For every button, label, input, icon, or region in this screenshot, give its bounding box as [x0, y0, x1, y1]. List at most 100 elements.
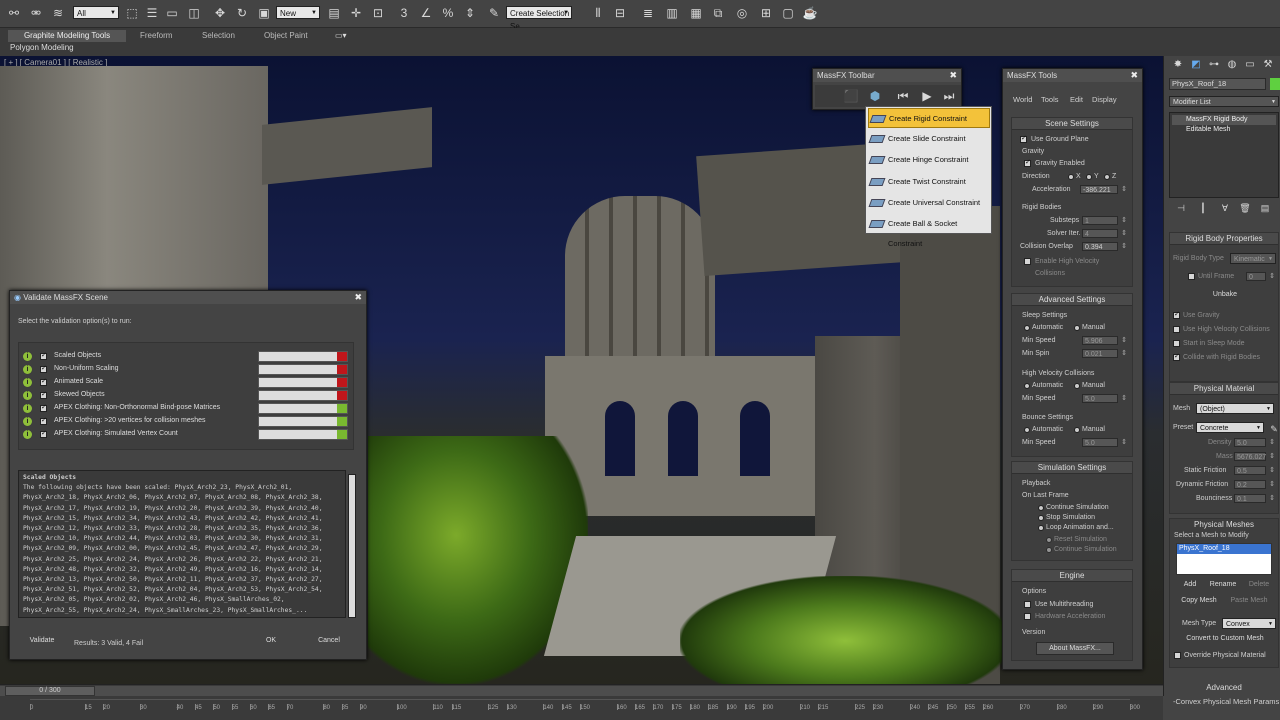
use-ground-plane-checkbox[interactable] [1020, 134, 1027, 143]
static-friction-input[interactable]: 0.5 [1234, 466, 1275, 475]
hv-automatic-radio[interactable] [1024, 383, 1030, 389]
mass-input[interactable]: 5676.027 [1234, 452, 1275, 461]
validate-title-bar[interactable]: ◉ Validate MassFX Scene ✖ [10, 291, 366, 304]
physical-material-head[interactable]: Physical Material [1170, 383, 1278, 395]
loop-animation-radio[interactable] [1038, 525, 1044, 531]
pin-stack-icon[interactable]: ⊣ [1173, 200, 1189, 216]
validation-row[interactable]: i Skewed Objects [23, 389, 353, 402]
info-icon[interactable]: i [23, 365, 32, 374]
tab-object-paint[interactable]: Object Paint [264, 30, 308, 42]
solver-iter-input[interactable]: 4 [1082, 229, 1127, 238]
until-frame-checkbox[interactable] [1188, 273, 1195, 280]
rigid-body-icon[interactable]: ⬛ [843, 88, 859, 104]
sleep-automatic-radio[interactable] [1024, 325, 1030, 331]
preset-dropdown[interactable]: Concrete [1196, 422, 1264, 434]
object-color-swatch[interactable] [1270, 78, 1280, 90]
ok-button[interactable]: OK [248, 635, 294, 648]
scale-icon[interactable]: ▣ [256, 5, 272, 21]
spinner-snap-icon[interactable]: ⇕ [462, 5, 478, 21]
named-selection-dropdown[interactable]: Create Selection Se [506, 6, 572, 31]
tab-display[interactable]: Display [1092, 95, 1117, 104]
rendered-frame-icon[interactable]: ▢ [780, 5, 796, 21]
substeps-input[interactable]: 1 [1082, 216, 1127, 225]
motion-tab-icon[interactable]: ◍ [1224, 57, 1240, 73]
validation-row[interactable]: i APEX Clothing: Non-Orthonormal Bind-pos… [23, 402, 353, 415]
massfx-tools-title-bar[interactable]: MassFX Tools ✖ [1003, 69, 1142, 82]
tab-tools[interactable]: Tools [1041, 95, 1059, 104]
density-input[interactable]: 5.0 [1234, 438, 1275, 447]
pivot-icon[interactable]: ▤ [326, 5, 342, 21]
validation-checkbox[interactable] [40, 377, 47, 386]
ribbon-panel-polygon-modeling[interactable]: Polygon Modeling [10, 43, 74, 52]
schematic-view-icon[interactable]: ⧉ [710, 5, 726, 21]
physical-meshes-head[interactable]: Physical Meshes [1170, 519, 1278, 531]
engine-head[interactable]: Engine [1012, 570, 1132, 582]
snap-toggle-icon[interactable]: 3 [396, 5, 412, 21]
modify-tab-icon[interactable]: ◩ [1188, 57, 1204, 73]
reset-simulation-radio[interactable] [1046, 537, 1052, 543]
window-crossing-icon[interactable]: ◫ [186, 5, 202, 21]
rigid-body-type-dropdown[interactable]: Kinematic [1230, 253, 1276, 265]
track-bar[interactable]: 0 15 20 30 40 45 50 55 60 65 70 80 85 90 100 110 115 125 1… [30, 699, 1140, 719]
info-icon[interactable]: i [23, 352, 32, 361]
bind-spacewarp-icon[interactable]: ≋ [50, 5, 66, 21]
constraint-icon[interactable]: ⬢ [867, 88, 883, 104]
delete-mesh-button[interactable]: Delete [1242, 579, 1276, 592]
bounciness-input[interactable]: 0.1 [1234, 494, 1275, 503]
render-setup-icon[interactable]: ⊞ [758, 5, 774, 21]
convert-custom-mesh-button[interactable]: Convert to Custom Mesh [1176, 633, 1274, 646]
select-object-icon[interactable]: ⬚ [124, 5, 140, 21]
acceleration-input[interactable]: -386.221 [1080, 185, 1127, 194]
tab-selection[interactable]: Selection [202, 30, 235, 42]
select-by-name-icon[interactable]: ☰ [144, 5, 160, 21]
mesh-type-dropdown[interactable]: Convex [1222, 618, 1276, 630]
info-icon[interactable]: i [23, 417, 32, 426]
show-end-result-icon[interactable]: ┃ [1195, 200, 1211, 216]
info-icon[interactable]: i [23, 391, 32, 400]
time-slider[interactable]: 0 / 300 [0, 686, 1163, 696]
continue-sim-radio[interactable] [1046, 547, 1052, 553]
hv-manual-radio[interactable] [1074, 383, 1080, 389]
rename-mesh-button[interactable]: Rename [1206, 579, 1240, 592]
keyboard-shortcut-icon[interactable]: ⊡ [370, 5, 386, 21]
align-icon[interactable]: ⊟ [612, 5, 628, 21]
time-slider-knob[interactable]: 0 / 300 [5, 686, 95, 696]
create-tab-icon[interactable]: ✸ [1170, 57, 1186, 73]
menu-item-constraint[interactable]: Create Rigid Constraint [868, 108, 990, 128]
validation-row[interactable]: i APEX Clothing: >20 vertices for collisi… [23, 415, 353, 428]
rigid-body-properties-head[interactable]: Rigid Body Properties [1170, 233, 1278, 245]
scene-settings-head[interactable]: Scene Settings [1012, 118, 1132, 130]
reset-simulation-icon[interactable]: ⏮ [895, 88, 911, 104]
direction-z-radio[interactable] [1104, 174, 1110, 180]
graphite-toggle-icon[interactable]: ▥ [664, 5, 680, 21]
link-icon[interactable]: ⚯ [6, 5, 22, 21]
curve-editor-icon[interactable]: ▦ [688, 5, 704, 21]
utilities-tab-icon[interactable]: ⚒ [1260, 57, 1276, 73]
collide-with-rigid-checkbox[interactable] [1173, 352, 1180, 361]
info-icon[interactable]: i [23, 430, 32, 439]
use-multithreading-checkbox[interactable] [1024, 601, 1031, 608]
add-mesh-button[interactable]: Add [1176, 579, 1204, 592]
stack-item-editable-mesh[interactable]: Editable Mesh [1172, 125, 1276, 135]
info-icon[interactable]: i [23, 378, 32, 387]
bounce-min-speed-input[interactable]: 5.0 [1082, 438, 1127, 447]
until-frame-input[interactable]: 0 [1246, 272, 1275, 281]
bounce-automatic-radio[interactable] [1024, 427, 1030, 433]
display-tab-icon[interactable]: ▭ [1242, 57, 1258, 73]
percent-snap-icon[interactable]: % [440, 5, 456, 21]
use-gravity-checkbox[interactable] [1173, 310, 1180, 319]
play-simulation-icon[interactable]: ▶ [919, 88, 935, 104]
mesh-list[interactable]: PhysX_Roof_18 [1176, 543, 1272, 575]
advanced-rollout-head[interactable]: Advanced [1169, 682, 1279, 694]
validation-details-text[interactable]: Scaled Objects The following objects have… [18, 470, 346, 618]
convex-params-head[interactable]: -Convex Physical Mesh Params [1173, 697, 1279, 706]
continue-simulation-radio[interactable] [1038, 505, 1044, 511]
validation-checkbox[interactable] [40, 429, 47, 438]
select-manipulate-icon[interactable]: ✛ [348, 5, 364, 21]
configure-sets-icon[interactable]: ▤ [1257, 200, 1273, 216]
menu-item-constraint[interactable]: Create Ball & Socket Constraint [868, 214, 990, 248]
validation-row[interactable]: i Animated Scale [23, 376, 353, 389]
validation-checkbox[interactable] [40, 351, 47, 360]
enable-high-velocity-checkbox[interactable] [1024, 258, 1031, 265]
remove-modifier-icon[interactable]: 🗑 [1237, 200, 1253, 216]
